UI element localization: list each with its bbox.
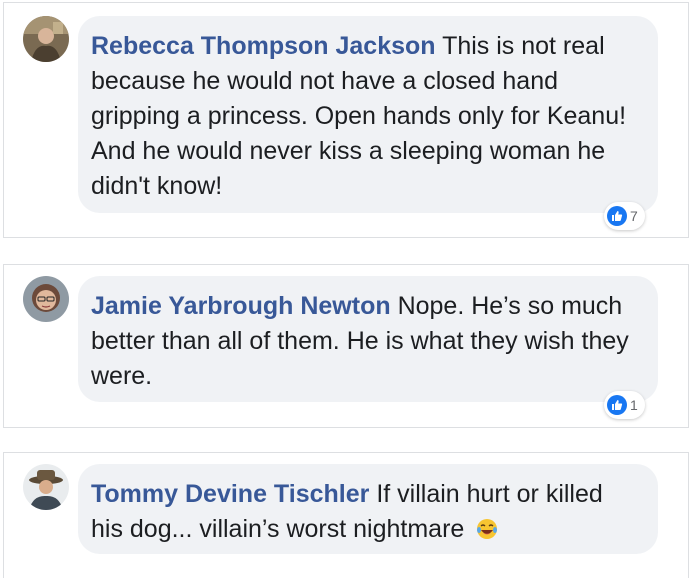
reaction-badge[interactable]: 7	[604, 202, 645, 230]
comment-author-link[interactable]: Tommy Devine Tischler	[91, 480, 369, 508]
avatar[interactable]	[23, 464, 69, 510]
comment-bubble: Jamie Yarbrough Newton Nope. He’s so muc…	[78, 276, 658, 402]
comment-bubble: Rebecca Thompson Jackson This is not rea…	[78, 16, 658, 213]
laughing-tears-emoji-icon	[475, 516, 499, 540]
reaction-count: 7	[630, 208, 638, 224]
comment-card: Tommy Devine Tischler If villain hurt or…	[3, 452, 689, 578]
reaction-badge[interactable]: 1	[604, 391, 645, 419]
reaction-count: 1	[630, 397, 638, 413]
avatar[interactable]	[23, 16, 69, 62]
comment-card: Jamie Yarbrough Newton Nope. He’s so muc…	[3, 264, 689, 428]
like-icon	[607, 206, 627, 226]
comment-card: Rebecca Thompson Jackson This is not rea…	[3, 2, 689, 238]
like-icon	[607, 395, 627, 415]
avatar[interactable]	[23, 276, 69, 322]
comment-bubble: Tommy Devine Tischler If villain hurt or…	[78, 464, 658, 554]
comment-author-link[interactable]: Jamie Yarbrough Newton	[91, 292, 391, 320]
comment-author-link[interactable]: Rebecca Thompson Jackson	[91, 32, 436, 60]
